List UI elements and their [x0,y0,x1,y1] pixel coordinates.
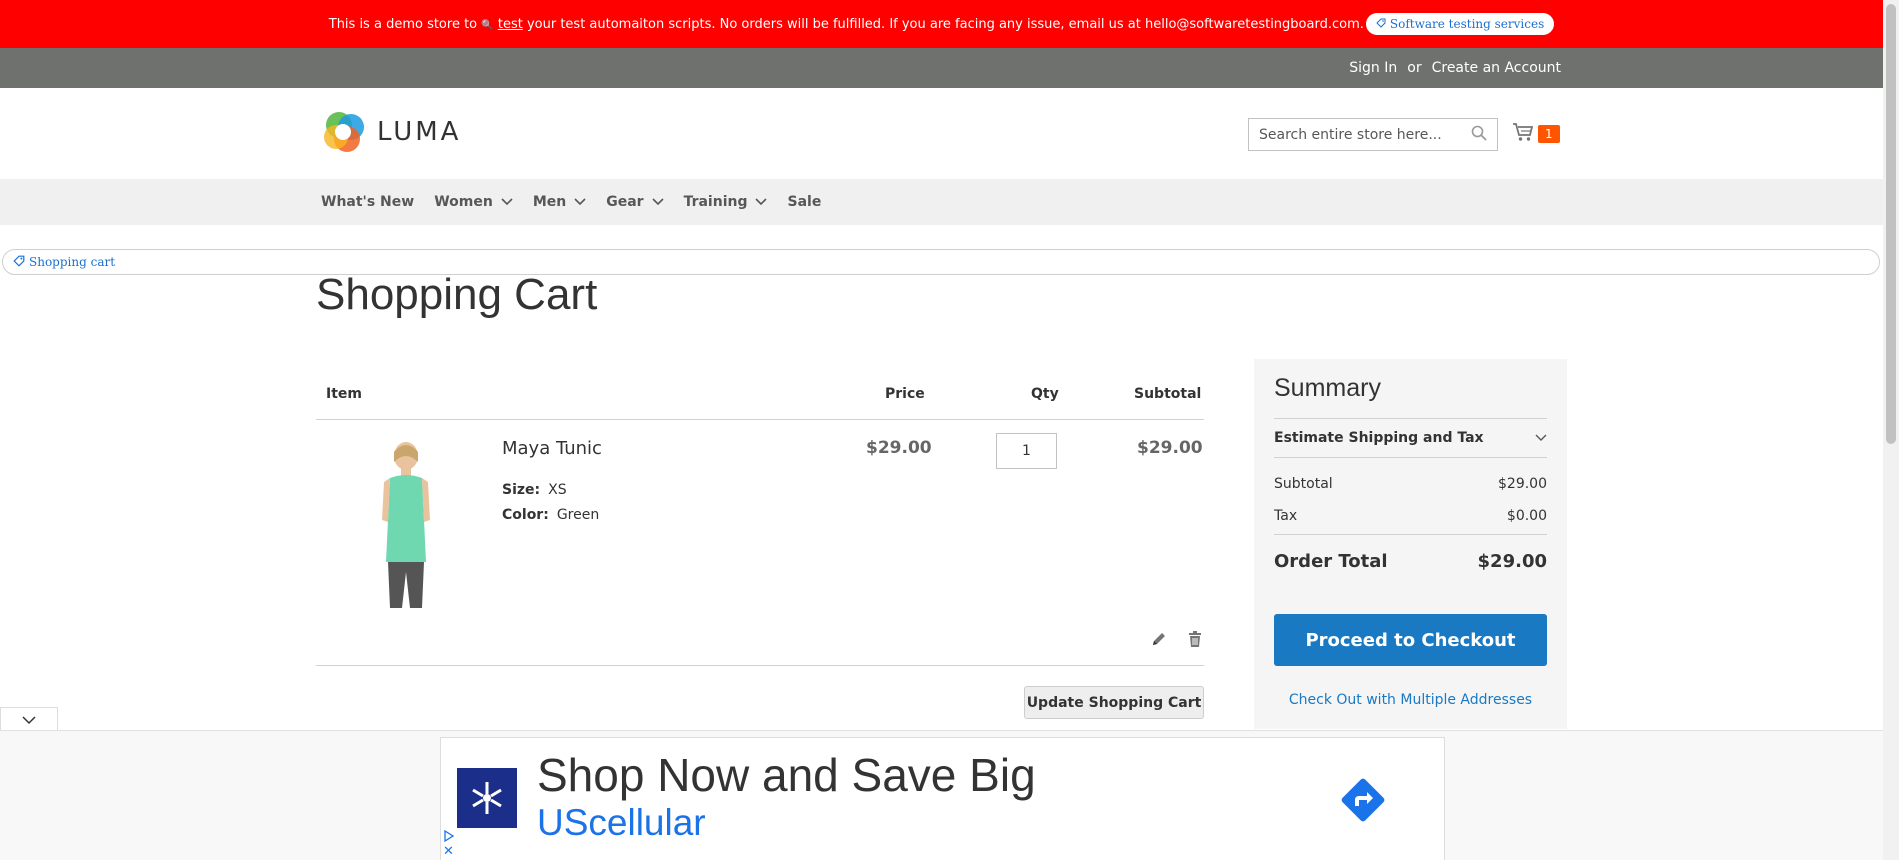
breadcrumb: Shopping cart [2,249,1880,275]
software-testing-services-link[interactable]: Software testing services [1365,13,1555,35]
cart-item-row: Maya Tunic Size: XS Color: Green $29.00 1 … [316,420,1204,666]
product-name-link[interactable]: Maya Tunic [502,438,602,459]
or-separator: or [1407,60,1422,76]
chevron-down-icon [22,710,36,729]
shopping-cart-icon [1512,122,1534,146]
nav-item-sale[interactable]: Sale [787,194,821,210]
ad-banner[interactable]: Shop Now and Save Big UScellular ✕ [440,737,1445,860]
chevron-down-icon [755,194,768,210]
qty-input[interactable]: 1 [996,433,1057,469]
scrollbar-thumb[interactable] [1886,4,1896,444]
order-total: Order Total $29.00 [1274,534,1547,572]
site-header: LUMA Search entire store here... 1 [0,88,1883,179]
cart-table-header: Item Price Qty Subtotal [316,370,1204,420]
close-icon[interactable]: ✕ [443,845,454,858]
summary-tax: Tax $0.00 [1274,508,1547,524]
estimate-shipping-toggle[interactable]: Estimate Shipping and Tax [1274,418,1547,458]
nav-item-men[interactable]: Men [533,194,586,210]
multiple-addresses-link[interactable]: Check Out with Multiple Addresses [1274,692,1547,708]
product-option-size: Size: XS [502,482,567,498]
chevron-down-icon [1535,430,1547,446]
sign-in-link[interactable]: Sign In [1349,60,1397,76]
test-link[interactable]: test [498,17,523,32]
ad-brand: UScellular [537,802,706,843]
product-image[interactable] [356,442,456,610]
search-icon[interactable] [1471,125,1487,145]
demo-notice-text: This is a demo store to 🔍 test your test… [328,16,1364,32]
ad-collapse-toggle[interactable] [0,707,58,731]
search-icon: 🔍 [481,19,494,31]
nav-item-gear[interactable]: Gear [606,194,664,210]
ad-headline: Shop Now and Save Big [537,749,1036,801]
search-input[interactable]: Search entire store here... [1248,118,1498,151]
summary-title: Summary [1274,374,1381,402]
panel-header: Sign In or Create an Account [0,48,1883,88]
luma-logo[interactable]: LUMA [321,109,461,155]
proceed-to-checkout-button[interactable]: Proceed to Checkout [1274,614,1547,666]
nav-item-women[interactable]: Women [434,194,513,210]
chevron-down-icon [651,194,664,210]
ad-banner-bar: Shop Now and Save Big UScellular ✕ [0,730,1883,860]
item-price: $29.00 [866,438,932,458]
luma-logo-text: LUMA [377,117,462,147]
update-shopping-cart-button[interactable]: Update Shopping Cart [1024,686,1204,719]
main-navigation: What's New Women Men Gear Training Sale [0,179,1883,225]
trash-icon[interactable] [1186,630,1204,652]
tag-icon [13,255,25,270]
mini-cart[interactable]: 1 [1512,122,1560,146]
item-subtotal: $29.00 [1137,438,1203,458]
product-option-color: Color: Green [502,507,600,523]
cart-count-badge: 1 [1538,125,1560,143]
order-summary: Summary Estimate Shipping and Tax Subtot… [1254,359,1567,729]
page-scrollbar[interactable] [1883,0,1899,860]
create-account-link[interactable]: Create an Account [1432,60,1561,76]
column-header-subtotal: Subtotal [1134,386,1202,402]
column-header-qty: Qty [1031,386,1059,402]
column-header-item: Item [326,386,362,402]
luma-logo-icon [324,112,364,152]
summary-subtotal: Subtotal $29.00 [1274,476,1547,492]
cart-table: Item Price Qty Subtotal Maya Tunic Size:… [316,370,1204,719]
column-header-price: Price [885,386,925,402]
uscellular-logo [457,768,517,828]
nav-item-training[interactable]: Training [684,194,768,210]
breadcrumb-shopping-cart[interactable]: Shopping cart [29,255,115,269]
nav-item-whats-new[interactable]: What's New [321,194,414,210]
edit-pencil-icon[interactable] [1150,630,1168,652]
demo-notice-bar: This is a demo store to 🔍 test your test… [0,0,1883,48]
row-actions [1150,630,1204,652]
page-title: Shopping Cart [316,270,598,319]
search-placeholder: Search entire store here... [1259,126,1442,143]
directions-arrow-icon[interactable] [1339,776,1387,824]
ad-choices-icon[interactable] [443,830,455,842]
tag-icon [1376,17,1386,31]
chevron-down-icon [574,194,586,210]
chevron-down-icon [501,194,513,210]
